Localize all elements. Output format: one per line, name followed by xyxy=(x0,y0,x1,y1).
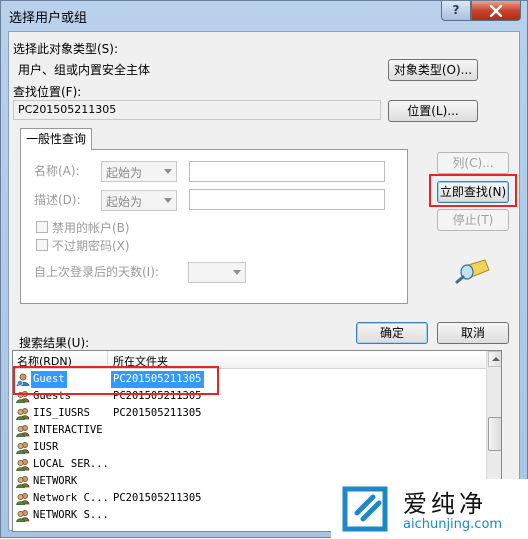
object-type-value: 用户、组或内置安全主体 xyxy=(18,63,151,77)
close-icon xyxy=(489,4,503,18)
window-title: 选择用户或组 xyxy=(9,11,88,26)
find-now-button[interactable]: 立即查找(N) xyxy=(437,181,509,203)
result-folder: PC201505211305 xyxy=(113,492,202,504)
disabled-accounts-label: 禁用的帐户(B) xyxy=(52,221,130,235)
description-mode-select[interactable]: 起始为 xyxy=(101,190,177,211)
result-folder: PC201505211305 xyxy=(113,390,202,402)
result-name: INTERACTIVE xyxy=(33,424,103,436)
result-name: Network C... xyxy=(33,492,109,504)
chevron-down-icon xyxy=(233,270,241,275)
watermark-url: aichunjing.com xyxy=(403,517,503,532)
result-name: IUSR xyxy=(33,441,59,453)
result-name: NETWORK S... xyxy=(33,509,109,521)
group-icon xyxy=(16,441,30,455)
search-results-label: 搜索结果(U): xyxy=(19,336,90,350)
group-icon xyxy=(16,407,30,421)
description-label: 描述(D): xyxy=(34,193,81,207)
search-flashlight-icon xyxy=(455,259,490,284)
watermark-logo: 爱纯净 aichunjing.com xyxy=(331,479,528,539)
title-bar[interactable]: 选择用户或组 ? xyxy=(1,1,527,31)
results-header: 名称(RDN) 所在文件夹 xyxy=(13,351,501,369)
group-icon xyxy=(16,492,30,506)
locations-button[interactable]: 位置(L)... xyxy=(388,100,478,122)
description-mode-value: 起始为 xyxy=(106,195,143,209)
location-label: 查找位置(F): xyxy=(13,85,82,99)
name-label: 名称(A): xyxy=(34,164,80,178)
scroll-up-button[interactable] xyxy=(488,351,501,367)
result-folder: PC201505211305 xyxy=(111,371,204,388)
result-row[interactable]: IIS_IUSRS PC201505211305 xyxy=(13,405,501,422)
days-since-logon-label: 自上次登录后的天数(I): xyxy=(34,265,159,279)
group-icon xyxy=(16,424,30,438)
column-separator[interactable] xyxy=(107,351,108,369)
result-name: Guests xyxy=(33,390,71,402)
description-input[interactable] xyxy=(189,189,385,210)
group-icon xyxy=(16,509,30,523)
result-name: NETWORK xyxy=(33,475,78,487)
dialog-body: 选择此对象类型(S): 用户、组或内置安全主体 对象类型(O)... 查找位置(… xyxy=(8,31,520,532)
result-name: IIS_IUSRS xyxy=(33,407,90,419)
group-icon xyxy=(16,390,30,404)
result-name: LOCAL SER... xyxy=(33,458,109,470)
location-value: PC201505211305 xyxy=(13,100,381,120)
result-folder: PC201505211305 xyxy=(113,407,202,419)
non-expiring-password-label: 不过期密码(X) xyxy=(52,239,130,253)
name-input[interactable] xyxy=(189,161,385,182)
days-since-logon-select[interactable] xyxy=(188,262,246,283)
disabled-accounts-checkbox[interactable] xyxy=(36,221,48,233)
result-row[interactable]: Guest PC201505211305 xyxy=(13,371,501,388)
column-header-name[interactable]: 名称(RDN) xyxy=(17,353,72,369)
column-header-folder[interactable]: 所在文件夹 xyxy=(113,353,168,369)
name-mode-select[interactable]: 起始为 xyxy=(101,161,177,182)
close-button[interactable] xyxy=(471,1,521,21)
object-types-button[interactable]: 对象类型(O)... xyxy=(388,59,478,81)
name-mode-value: 起始为 xyxy=(106,166,143,180)
cancel-button[interactable]: 取消 xyxy=(437,322,509,344)
brand-logo-icon xyxy=(342,486,388,532)
columns-button[interactable]: 列(C)... xyxy=(437,152,509,174)
result-row[interactable]: IUSR xyxy=(13,439,501,456)
non-expiring-password-checkbox[interactable] xyxy=(36,239,48,251)
result-name: Guest xyxy=(31,371,67,388)
chevron-down-icon xyxy=(164,198,172,203)
stop-button[interactable]: 停止(T) xyxy=(437,209,509,231)
arrow-up-icon xyxy=(492,357,500,361)
general-query-panel: 名称(A): 起始为 描述(D): 起始为 禁用的帐户(B) 不过期密码(X) … xyxy=(20,149,408,304)
watermark-title: 爱纯净 xyxy=(403,490,487,518)
ok-button[interactable]: 确定 xyxy=(356,322,428,344)
group-icon xyxy=(16,475,30,489)
help-button[interactable]: ? xyxy=(441,1,471,21)
result-row[interactable]: INTERACTIVE xyxy=(13,422,501,439)
result-row[interactable]: Guests PC201505211305 xyxy=(13,388,501,405)
object-type-label: 选择此对象类型(S): xyxy=(13,42,119,56)
group-icon xyxy=(16,458,30,472)
user-icon xyxy=(16,373,30,387)
chevron-down-icon xyxy=(164,169,172,174)
scroll-thumb[interactable] xyxy=(488,417,501,451)
tab-general-queries[interactable]: 一般性查询 xyxy=(20,128,92,150)
select-users-or-groups-dialog: 选择用户或组 ? 选择此对象类型(S): 用户、组或内置安全主体 对象类型(O)… xyxy=(0,0,528,539)
result-row[interactable]: LOCAL SER... xyxy=(13,456,501,473)
